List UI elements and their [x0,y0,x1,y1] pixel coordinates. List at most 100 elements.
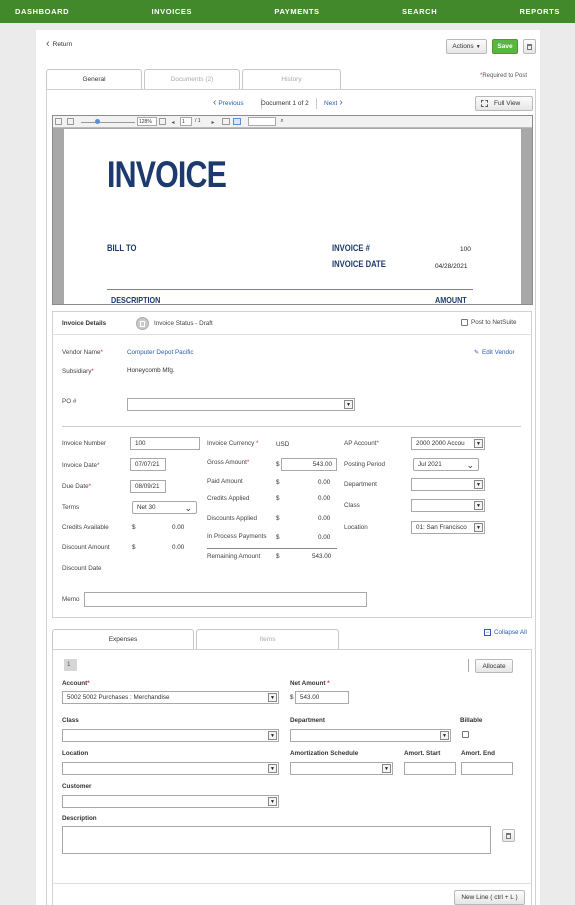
full-view-button[interactable]: Full View [475,96,533,111]
tab-items[interactable]: Items [196,629,339,649]
doc-divider [107,289,473,290]
net-amount-label: Net Amount * [290,680,330,687]
amortization-schedule-select[interactable]: ▼ [290,762,393,775]
invoice-number-field[interactable]: 100 [130,437,200,450]
memo-label: Memo [62,596,80,603]
line-class-select[interactable]: ▼ [62,729,279,742]
post-to-netsuite-checkbox[interactable] [461,319,468,326]
nav-dashboard[interactable]: DASHBOARD [15,7,69,16]
dropdown-arrow-icon: ▼ [440,731,449,740]
zoom-slider[interactable] [81,122,135,123]
save-button[interactable]: Save [492,39,518,54]
next-page-icon[interactable]: ▸ [210,118,216,126]
required-asterisk: * [256,440,259,447]
required-asterisk: * [97,462,100,469]
description-field[interactable] [62,826,491,854]
department-select[interactable]: ▼ [411,478,485,491]
class-select[interactable]: ▼ [411,499,485,512]
remaining-amount-value: 543.00 [312,553,332,560]
required-note-text: Required to Post [482,73,528,79]
actions-button[interactable]: Actions ▼ [446,39,487,54]
select-text-icon[interactable] [222,118,230,125]
terms-select[interactable]: Net 30 ⌄ [132,501,197,514]
line-department-select[interactable]: ▼ [290,729,451,742]
new-line-button[interactable]: New Line ( ctrl + L ) [454,890,525,905]
allocate-button[interactable]: Allocate [475,659,513,673]
discount-amount-label: Discount Amount [62,544,110,551]
nav-search[interactable]: SEARCH [402,7,437,16]
search-icon[interactable]: ⌕ [278,117,286,126]
prev-page-icon[interactable]: ◂ [170,118,176,126]
dropdown-arrow-icon: ▼ [474,439,483,448]
edit-vendor-link[interactable]: ✎ Edit Vendor [474,349,515,356]
divider [468,659,469,672]
posting-period-select[interactable]: Jul 2021 ⌄ [413,458,479,471]
amort-end-field[interactable] [461,762,513,775]
in-process-currency: $ [276,534,280,541]
customer-select[interactable]: ▼ [62,795,279,808]
previous-doc-link[interactable]: ‹ Previous [213,98,244,108]
tab-history[interactable]: History [242,69,341,89]
required-note: *Required to Post [480,73,527,79]
memo-field[interactable] [84,592,367,607]
expand-icon [481,100,488,107]
in-process-payments-label: In Process Payments [207,533,267,540]
delete-button[interactable] [523,39,536,54]
required-asterisk: * [100,349,103,356]
hand-tool-icon[interactable] [233,118,241,125]
return-link[interactable]: ‹ Return [46,39,72,50]
line-account-select[interactable]: 5002 5002 Purchases : Merchandise ▼ [62,691,279,704]
po-select[interactable]: ▼ [127,398,355,411]
invoice-date-field[interactable]: 07/07/21 [130,458,166,471]
credits-applied-label: Credits Applied [207,495,250,502]
print-icon[interactable] [55,118,62,125]
location-label: Location [344,524,368,531]
tab-expenses[interactable]: Expenses [52,629,194,649]
save-pdf-icon[interactable] [67,118,74,125]
zoom-slider-handle[interactable] [95,119,100,124]
line-location-select[interactable]: ▼ [62,762,279,775]
amort-start-label: Amort. Start [404,750,441,757]
due-date-field[interactable]: 08/09/21 [130,480,166,493]
tab-documents[interactable]: Documents (2) [144,69,240,89]
credits-available-value: 0.00 [172,524,185,531]
nav-invoices[interactable]: INVOICES [151,7,192,16]
dropdown-arrow-icon: ▼ [474,501,483,510]
gross-amount-field[interactable]: 543.00 [281,458,337,471]
chevron-down-icon: ⌄ [184,503,192,513]
collapse-all-link[interactable]: − Collapse All [484,629,527,636]
vendor-name-link[interactable]: Computer Depot Pacific [127,349,194,356]
pdf-search-field[interactable] [248,117,276,126]
document-counter: Document 1 of 2 [261,100,309,107]
pencil-icon: ✎ [474,350,480,356]
dropdown-arrow-icon: ▼ [344,400,353,409]
ap-account-select[interactable]: 2000 2000 Accou ▼ [411,437,485,450]
edit-vendor-label: Edit Vendor [482,349,515,356]
remaining-amount-label: Remaining Amount [207,553,261,560]
nav-reports[interactable]: REPORTS [520,7,560,16]
tab-general[interactable]: General [46,69,142,89]
zoom-field[interactable]: 128% [137,117,157,126]
invoice-number-label: Invoice Number [62,440,107,447]
next-doc-link[interactable]: Next › [324,98,343,108]
credits-available-currency: $ [132,524,136,531]
billable-checkbox[interactable] [462,731,469,738]
invoice-currency-value: USD [276,441,290,448]
description-column-heading: DESCRIPTION [111,295,161,305]
invoice-date-heading: INVOICE DATE [332,259,386,269]
amort-start-field[interactable] [404,762,456,775]
line-number-badge: 1 [64,659,77,671]
section-divider [62,426,521,427]
required-asterisk: * [87,680,90,687]
delete-line-button[interactable] [502,829,515,842]
net-amount-field[interactable]: 543.00 [295,691,349,704]
location-select[interactable]: 01: San Francisco ▼ [411,521,485,534]
dropdown-arrow-icon: ▼ [474,523,483,532]
page-field[interactable]: 1 [180,117,192,126]
nav-payments[interactable]: PAYMENTS [274,7,319,16]
fit-page-icon[interactable] [159,118,166,125]
dropdown-arrow-icon: ▼ [268,797,277,806]
pdf-viewer: 128% ◂ 1 / 1 ▸ ⌕ INVOICE BILL TO INVOICE… [52,115,533,305]
credits-applied-currency: $ [276,495,280,502]
post-to-netsuite-label: Post to NetSuite [471,319,517,326]
